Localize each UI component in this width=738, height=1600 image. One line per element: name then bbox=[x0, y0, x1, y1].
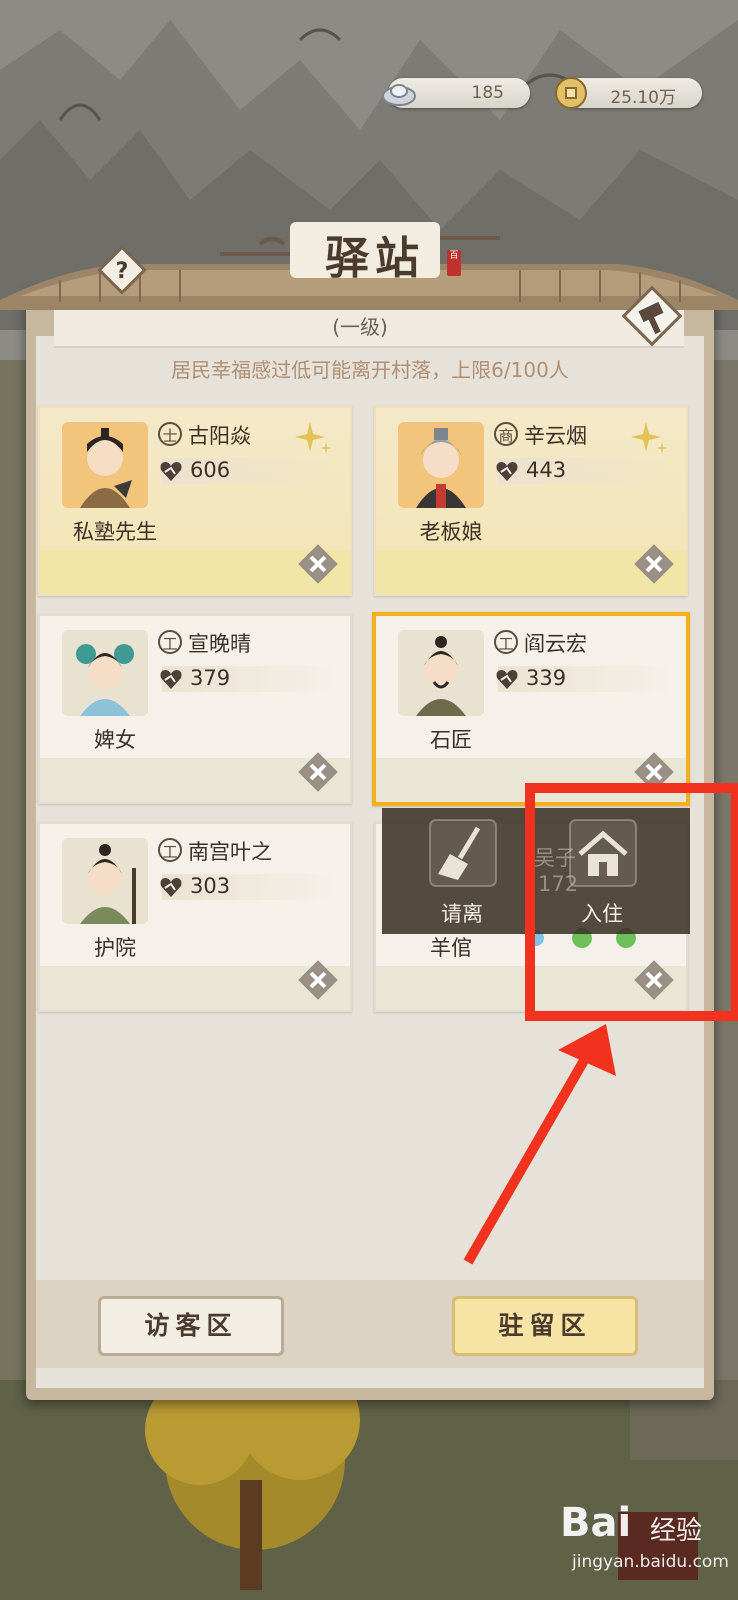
happiness-value: 339 bbox=[526, 666, 567, 690]
class-icon: 工 bbox=[494, 630, 518, 654]
resident-card-3[interactable]: 婢女 工 宣晚晴 379 bbox=[38, 614, 352, 804]
remove-resident-icon[interactable] bbox=[632, 958, 676, 1002]
remove-resident-icon[interactable] bbox=[296, 750, 340, 794]
resident-card-4[interactable]: 石匠 工 阎云宏 339 bbox=[372, 612, 690, 806]
station-level: (一级) bbox=[332, 315, 388, 339]
sparkle-icon bbox=[295, 422, 332, 454]
resident-role: 婢女 bbox=[94, 728, 136, 752]
copper-coin-icon bbox=[555, 77, 587, 109]
resident-portrait bbox=[398, 630, 484, 716]
coin-amount: 25.10万 bbox=[610, 88, 676, 108]
title-seal: 百 bbox=[447, 250, 461, 276]
silver-ingot-icon bbox=[382, 84, 416, 106]
resident-name: 古阳焱 bbox=[188, 424, 251, 448]
happiness-value: 606 bbox=[190, 458, 231, 482]
watermark-suffix: 经验 bbox=[650, 1516, 703, 1546]
resident-card-5[interactable]: 护院 工 南宫叶之 303 bbox=[38, 822, 352, 1012]
resident-role: 护院 bbox=[94, 936, 136, 960]
remove-resident-icon[interactable] bbox=[296, 542, 340, 586]
remove-resident-icon[interactable] bbox=[632, 542, 676, 586]
happiness-heart-icon bbox=[496, 462, 518, 481]
sparkle-icon bbox=[631, 422, 668, 454]
happiness-value: 303 bbox=[190, 874, 231, 898]
happiness-value: 379 bbox=[190, 666, 231, 690]
resident-role: 私塾先生 bbox=[73, 520, 157, 544]
dismiss-broom-button[interactable] bbox=[420, 814, 506, 898]
resident-card-1[interactable]: 私塾先生 士 古阳焱 606 bbox=[38, 406, 352, 596]
upgrade-hammer-button[interactable] bbox=[618, 282, 686, 350]
happiness-heart-icon bbox=[160, 878, 182, 897]
panel-title: 驿站 bbox=[325, 233, 425, 284]
coin-currency[interactable]: 25.10万 bbox=[555, 77, 702, 109]
class-icon: 士 bbox=[158, 422, 182, 446]
resident-name: 辛云烟 bbox=[524, 424, 587, 448]
resident-role: 石匠 bbox=[430, 728, 472, 752]
class-icon: 工 bbox=[158, 630, 182, 654]
remove-resident-icon[interactable] bbox=[296, 958, 340, 1002]
resident-name: 南宫叶之 bbox=[188, 840, 272, 864]
watermark-logo: Bai bbox=[560, 1500, 632, 1546]
resident-card-2[interactable]: 老板娘 商 辛云烟 443 bbox=[374, 406, 688, 596]
resident-role: 羊倌 bbox=[430, 936, 472, 960]
resident-role: 老板娘 bbox=[419, 520, 483, 544]
silver-amount: 185 bbox=[471, 83, 504, 103]
resident-area-button[interactable]: 驻留区 bbox=[452, 1296, 638, 1356]
happiness-value: 443 bbox=[526, 458, 567, 482]
happiness-heart-icon bbox=[160, 670, 182, 689]
resident-portrait bbox=[62, 838, 148, 924]
happiness-heart-icon bbox=[160, 462, 182, 481]
resident-portrait bbox=[62, 630, 148, 716]
covered-resident-name: 吴子 172 bbox=[534, 846, 579, 896]
silver-currency[interactable]: 185 bbox=[382, 78, 530, 108]
capacity-notice: 居民幸福感过低可能离开村落，上限6/100人 bbox=[171, 358, 569, 382]
resident-portrait bbox=[62, 422, 148, 508]
class-icon: 工 bbox=[158, 838, 182, 862]
help-button[interactable]: ? bbox=[96, 244, 148, 296]
visitor-area-button[interactable]: 访客区 bbox=[98, 1296, 284, 1356]
move-in-label[interactable]: 入住 bbox=[552, 898, 652, 928]
resident-name: 阎云宏 bbox=[524, 632, 587, 656]
dismiss-label[interactable]: 请离 bbox=[412, 898, 512, 928]
resident-portrait bbox=[398, 422, 484, 508]
watermark-url: jingyan.baidu.com bbox=[572, 1552, 729, 1572]
class-icon: 商 bbox=[494, 422, 518, 446]
happiness-heart-icon bbox=[496, 670, 518, 689]
remove-resident-icon[interactable] bbox=[632, 750, 676, 794]
svg-text:?: ? bbox=[116, 259, 129, 284]
resident-name: 宣晚晴 bbox=[188, 632, 251, 656]
